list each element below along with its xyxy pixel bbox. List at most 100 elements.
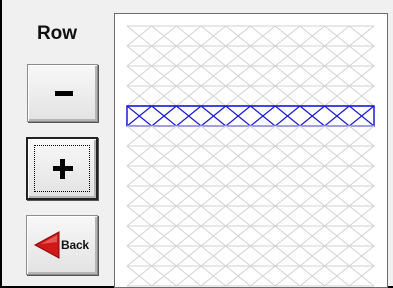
stitch-cell bbox=[126, 205, 153, 227]
stitch-cell bbox=[324, 125, 350, 147]
stitch-cell bbox=[126, 245, 153, 267]
stitch-cell bbox=[176, 205, 202, 227]
stitch-cell bbox=[299, 165, 325, 187]
stitch-cell bbox=[126, 25, 153, 47]
stitch-cell bbox=[274, 105, 301, 127]
stitch-cell bbox=[348, 85, 375, 107]
stitch-cell bbox=[250, 165, 276, 187]
stitch-cell bbox=[225, 25, 251, 47]
stitch-cell bbox=[126, 265, 153, 287]
stitch-cell bbox=[324, 45, 350, 67]
window-frame: Row Back bbox=[0, 0, 393, 288]
stitch-cell bbox=[200, 165, 227, 187]
stitch-cell bbox=[250, 65, 276, 87]
row-control-panel: Row Back bbox=[4, 0, 110, 286]
stitch-cell bbox=[348, 25, 375, 47]
stitch-cell bbox=[299, 245, 325, 267]
grid-row[interactable] bbox=[126, 205, 375, 227]
stitch-cell bbox=[250, 125, 276, 147]
stitch-cell bbox=[225, 265, 251, 287]
stitch-cell bbox=[200, 125, 227, 147]
stitch-cell bbox=[274, 125, 301, 147]
stitch-cell bbox=[274, 65, 301, 87]
stitch-cell bbox=[200, 265, 227, 287]
stitch-cell bbox=[324, 145, 350, 167]
stitch-cell bbox=[274, 145, 301, 167]
stitch-cell bbox=[151, 165, 177, 187]
stitch-cell bbox=[225, 45, 251, 67]
grid-row[interactable] bbox=[126, 185, 375, 207]
stitch-cell bbox=[151, 65, 177, 87]
grid-row[interactable] bbox=[126, 245, 375, 267]
stitch-cell bbox=[151, 105, 177, 127]
stitch-cell bbox=[299, 45, 325, 67]
increase-row-button[interactable] bbox=[26, 137, 98, 200]
stitch-cell bbox=[176, 225, 202, 247]
stitch-cell bbox=[151, 205, 177, 227]
stitch-cell bbox=[324, 185, 350, 207]
stitch-cell bbox=[250, 145, 276, 167]
stitch-cell bbox=[225, 85, 251, 107]
grid-row[interactable] bbox=[126, 45, 375, 67]
stitch-cell bbox=[274, 165, 301, 187]
grid-row[interactable] bbox=[126, 165, 375, 187]
grid-row[interactable] bbox=[126, 65, 375, 87]
stitch-cell bbox=[348, 205, 375, 227]
stitch-cell bbox=[176, 85, 202, 107]
grid-row[interactable] bbox=[126, 85, 375, 107]
grid-row[interactable] bbox=[126, 225, 375, 247]
stitch-cell bbox=[348, 65, 375, 87]
stitch-cell bbox=[225, 105, 251, 127]
stitch-cell bbox=[299, 25, 325, 47]
stitch-cell bbox=[274, 225, 301, 247]
stitch-cell bbox=[250, 105, 276, 127]
stitch-cell bbox=[324, 165, 350, 187]
grid-row-selected[interactable] bbox=[126, 105, 375, 127]
stitch-cell bbox=[151, 125, 177, 147]
grid-row[interactable] bbox=[126, 25, 375, 47]
stitch-cell bbox=[324, 265, 350, 287]
stitch-cell bbox=[200, 105, 227, 127]
stitch-cell bbox=[225, 65, 251, 87]
stitch-cell bbox=[348, 165, 375, 187]
stitch-cell bbox=[151, 225, 177, 247]
stitch-cell bbox=[274, 265, 301, 287]
grid-row[interactable] bbox=[126, 145, 375, 167]
stitch-cell bbox=[274, 45, 301, 67]
stitch-cell bbox=[200, 65, 227, 87]
back-arrow-icon bbox=[33, 231, 60, 259]
stitch-cell bbox=[151, 245, 177, 267]
stitch-cell bbox=[151, 85, 177, 107]
stitch-cell bbox=[250, 205, 276, 227]
stitch-cell bbox=[225, 225, 251, 247]
stitch-cell bbox=[324, 65, 350, 87]
stitch-cell bbox=[176, 145, 202, 167]
stitch-cell bbox=[200, 145, 227, 167]
stitch-cell bbox=[324, 105, 350, 127]
stitch-cell bbox=[250, 265, 276, 287]
stitch-cell bbox=[126, 45, 153, 67]
stitch-cell bbox=[126, 65, 153, 87]
stitch-cell bbox=[299, 85, 325, 107]
stitch-cell bbox=[299, 105, 325, 127]
stitch-cell bbox=[274, 185, 301, 207]
stitch-grid-panel[interactable] bbox=[114, 13, 388, 288]
stitch-cell bbox=[225, 125, 251, 147]
back-button[interactable]: Back bbox=[26, 215, 98, 275]
stitch-cell bbox=[151, 185, 177, 207]
grid-row[interactable] bbox=[126, 125, 375, 147]
stitch-cell bbox=[176, 25, 202, 47]
back-label: Back bbox=[61, 238, 89, 252]
stitch-cell bbox=[250, 85, 276, 107]
stitch-cell bbox=[348, 105, 375, 127]
stitch-cell bbox=[200, 85, 227, 107]
stitch-cell bbox=[274, 85, 301, 107]
stitch-cell bbox=[176, 65, 202, 87]
grid-row[interactable] bbox=[126, 265, 375, 287]
stitch-cell bbox=[324, 205, 350, 227]
decrease-row-button[interactable] bbox=[27, 64, 98, 122]
stitch-cell bbox=[225, 145, 251, 167]
stitch-cell bbox=[151, 45, 177, 67]
stitch-cell bbox=[176, 125, 202, 147]
stitch-grid[interactable] bbox=[115, 14, 387, 287]
